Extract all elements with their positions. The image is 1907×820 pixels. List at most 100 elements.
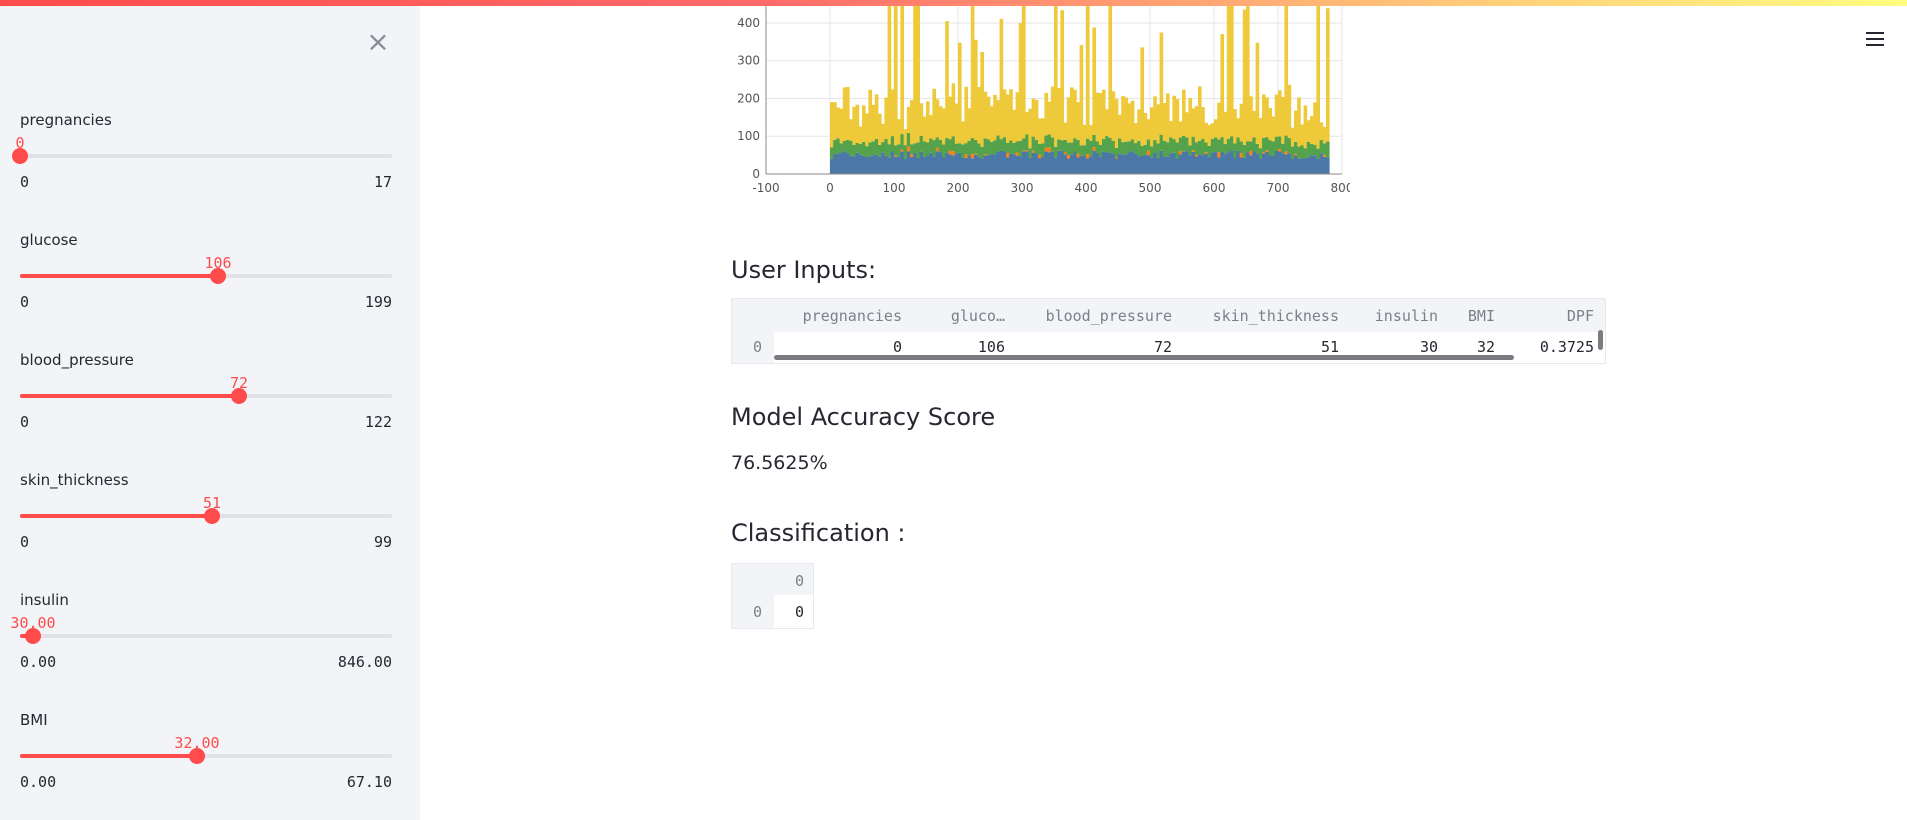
bar-segment: [1306, 120, 1311, 142]
close-sidebar-icon[interactable]: ×: [364, 28, 392, 56]
bar-segment: [1015, 155, 1020, 174]
bar-segment: [1044, 93, 1048, 136]
bar-segment: [1258, 158, 1263, 174]
bar-segment: [1102, 89, 1106, 139]
slider-min: 0.00: [20, 653, 57, 671]
slider-thumb[interactable]: [12, 148, 28, 164]
bar-segment: [1063, 152, 1068, 155]
bar-segment: [1322, 126, 1327, 144]
bar-segment: [1169, 137, 1173, 154]
column-header[interactable]: gluco…: [935, 307, 1005, 325]
slider-glucose[interactable]: glucose 106 0 199: [20, 231, 392, 331]
bar-segment: [990, 141, 994, 155]
x-tick-label: 300: [1011, 181, 1034, 195]
bar-segment: [986, 155, 991, 174]
bar-segment: [1022, 138, 1026, 151]
slider-label: insulin: [20, 591, 69, 609]
slider-thumb[interactable]: [25, 628, 41, 644]
slider-thumb[interactable]: [189, 748, 205, 764]
bar-segment: [884, 155, 888, 174]
bar-segment: [1249, 96, 1253, 142]
bar-segment: [1265, 151, 1269, 174]
bar-segment: [1226, 138, 1231, 153]
slider-thumb[interactable]: [231, 388, 247, 404]
bar-segment: [1153, 152, 1157, 174]
bar-segment: [1207, 145, 1212, 157]
slider-label: skin_thickness: [20, 471, 129, 489]
bar-segment: [1127, 141, 1132, 153]
bar-segment: [1268, 140, 1272, 156]
bar-segment: [1134, 143, 1138, 154]
bar-segment: [1226, 152, 1231, 174]
bar-segment: [897, 119, 901, 145]
slider-skin-thickness[interactable]: skin_thickness 51 0 99: [20, 471, 392, 571]
bar-segment: [1204, 122, 1208, 143]
slider-track[interactable]: [20, 628, 392, 644]
bar-segment: [1300, 145, 1304, 159]
slider-insulin[interactable]: insulin 30.00 0.00 846.00: [10, 591, 392, 691]
bar-segment: [1018, 140, 1023, 157]
bar-segment: [1258, 118, 1263, 149]
slider-track[interactable]: [20, 508, 392, 524]
bar-segment: [964, 86, 968, 144]
bar-segment: [1114, 157, 1119, 159]
slider-track[interactable]: [20, 268, 392, 284]
user-inputs-table[interactable]: pregnancies gluco… blood_pressure skin_thic…: [731, 298, 1606, 364]
slider-blood-pressure[interactable]: blood_pressure 72 0 122: [20, 351, 392, 451]
column-header[interactable]: blood_pressure: [1022, 307, 1172, 325]
bar-segment: [1258, 148, 1263, 159]
horizontal-scrollbar[interactable]: [774, 355, 1514, 360]
bar-segment: [1118, 153, 1122, 174]
bar-segment: [935, 99, 940, 138]
bar-segment: [1198, 140, 1202, 155]
bar-segment: [881, 142, 885, 153]
bar-segment: [993, 140, 997, 155]
bar-segment: [1054, 6, 1058, 147]
slider-label: BMI: [20, 711, 48, 729]
bar-segment: [1306, 157, 1311, 174]
column-header[interactable]: skin_thickness: [1189, 307, 1339, 325]
bar-segment: [1137, 109, 1141, 141]
slider-track[interactable]: [12, 148, 392, 164]
bar-segment: [974, 153, 978, 155]
bar-segment: [1217, 139, 1221, 153]
bar-segment: [1242, 9, 1247, 145]
bar-segment: [1310, 144, 1314, 156]
column-header[interactable]: pregnancies: [782, 307, 902, 325]
bar-segment: [1322, 154, 1327, 157]
classification-table[interactable]: 0 0 0: [731, 563, 814, 629]
bar-segment: [903, 158, 908, 174]
slider-thumb[interactable]: [204, 508, 220, 524]
slider-max: 122: [364, 413, 392, 431]
slider-thumb[interactable]: [210, 268, 226, 284]
slider-pregnancies[interactable]: pregnancies 0 0 17: [12, 111, 392, 211]
bar-segment: [897, 156, 901, 174]
bar-segment: [1118, 138, 1122, 154]
bar-segment: [942, 108, 946, 145]
column-header[interactable]: DPF: [1534, 307, 1594, 325]
bar-segment: [890, 136, 895, 152]
column-header[interactable]: BMI: [1455, 307, 1495, 325]
column-header[interactable]: insulin: [1368, 307, 1438, 325]
vertical-scrollbar[interactable]: [1598, 330, 1603, 350]
bar-segment: [1201, 107, 1205, 139]
bar-segment: [993, 154, 997, 174]
bar-segment: [900, 134, 904, 150]
bar-segment: [1063, 154, 1068, 174]
bar-segment: [1095, 152, 1100, 174]
slider-bmi[interactable]: BMI 32.00 0.00 67.10: [20, 711, 392, 811]
bar-segment: [1262, 152, 1266, 154]
bar-segment: [881, 123, 885, 143]
slider-track[interactable]: [20, 748, 392, 764]
bar-segment: [1086, 158, 1090, 174]
table-cell: 0.3725: [1539, 338, 1594, 356]
bar-segment: [894, 155, 898, 157]
hamburger-menu-icon[interactable]: [1864, 28, 1886, 50]
bar-segment: [948, 154, 952, 174]
bar-segment: [1210, 138, 1215, 153]
bar-segment: [1239, 157, 1244, 174]
slider-track[interactable]: [20, 388, 392, 404]
bar-segment: [1031, 152, 1036, 174]
table-cell: 0: [794, 603, 804, 621]
bar-segment: [945, 152, 949, 174]
